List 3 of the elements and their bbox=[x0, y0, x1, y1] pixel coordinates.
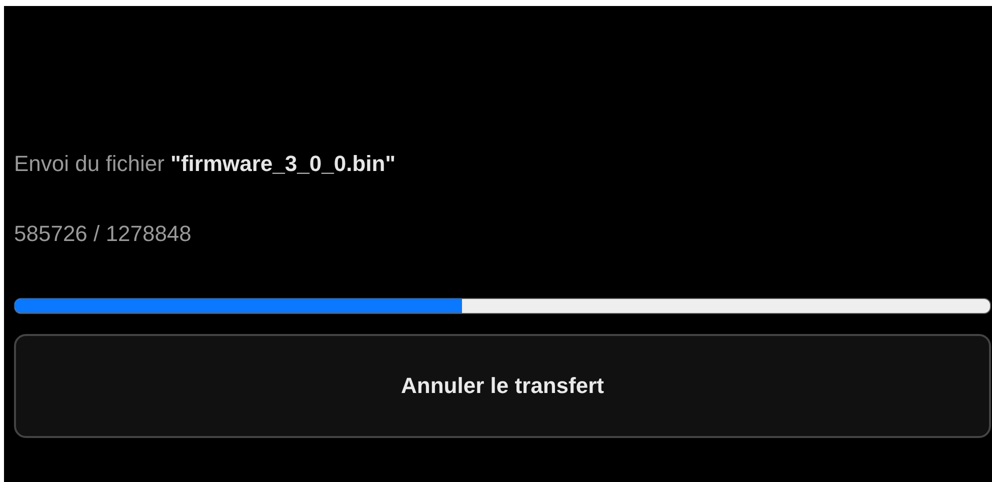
upload-status-text: Envoi du fichier "firmware_3_0_0.bin" bbox=[14, 150, 396, 178]
cancel-transfer-button[interactable]: Annuler le transfert bbox=[14, 334, 991, 438]
byte-count-text: 585726 / 1278848 bbox=[14, 220, 192, 248]
